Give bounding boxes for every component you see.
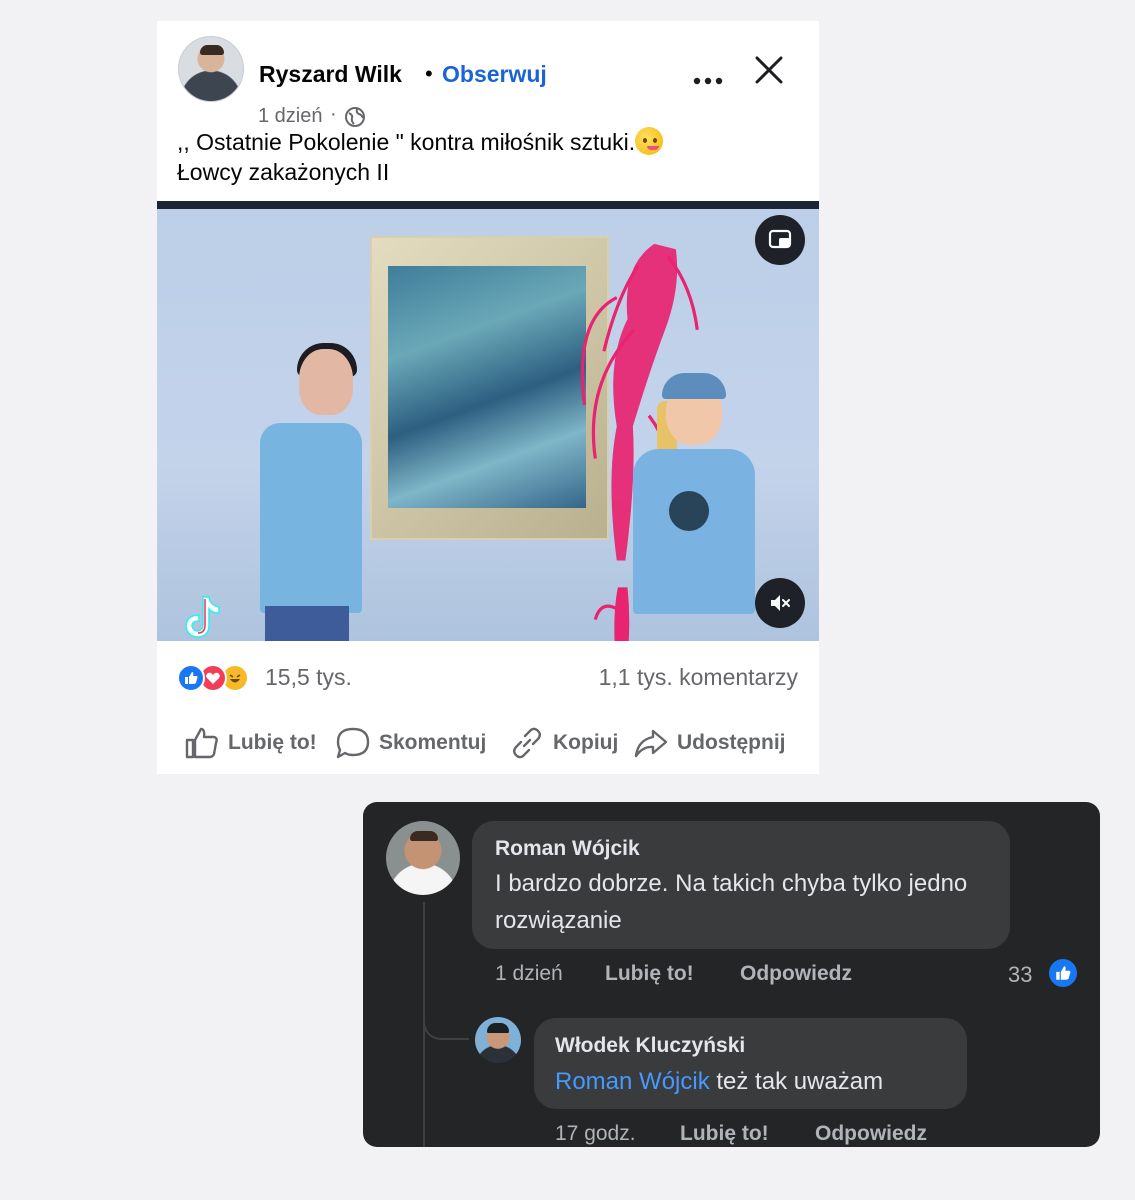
reply-time[interactable]: 17 godz. (555, 1122, 636, 1146)
melting-face-icon (635, 127, 664, 155)
time-separator: · (330, 103, 337, 125)
mute-button[interactable] (755, 578, 805, 628)
post-text-line-1: ,, Ostatnie Pokolenie " kontra miłośnik … (177, 129, 636, 155)
follow-separator: • (425, 61, 433, 86)
like-button-label: Lubię to! (228, 731, 317, 754)
person-left-shirt (260, 423, 362, 613)
comment-button[interactable]: Skomentuj (335, 724, 495, 764)
post-text: ,, Ostatnie Pokolenie " kontra miłośnik … (177, 127, 797, 187)
reply-body: też tak uważam (709, 1068, 884, 1095)
comment-like-badge (1047, 957, 1079, 989)
commenter-avatar[interactable] (386, 821, 460, 895)
copy-link-button[interactable]: Kopiuj (509, 724, 624, 764)
share-button[interactable]: Udostępnij (633, 724, 808, 764)
reaction-count[interactable]: 15,5 tys. (265, 664, 352, 691)
comment-like-count[interactable]: 33 (1008, 962, 1032, 988)
more-icon[interactable] (692, 75, 724, 87)
person-right-shirt (633, 449, 755, 614)
mute-icon (771, 595, 790, 611)
thread-connector (423, 1002, 469, 1040)
author-avatar[interactable] (178, 36, 244, 102)
reply-text: Roman Wójcik też tak uważam (555, 1063, 883, 1100)
comment-reply-button[interactable]: Odpowiedz (740, 962, 852, 986)
post-card: Ryszard Wilk • Obserwuj 1 dzień · ,, Ost… (157, 21, 819, 774)
person-right-headband (662, 373, 726, 399)
pip-button[interactable] (755, 215, 805, 265)
like-button[interactable]: Lubię to! (184, 724, 324, 764)
tiktok-icon (185, 596, 220, 638)
person-left-head (299, 349, 353, 415)
follow-button[interactable]: Obserwuj (442, 61, 547, 88)
comment-bubble: Roman Wójcik I bardzo dobrze. Na takich … (472, 821, 1010, 949)
shirt-logo (669, 491, 709, 531)
share-button-label: Udostępnij (677, 731, 786, 754)
share-icon (634, 729, 668, 758)
reply-like-button[interactable]: Lubię to! (680, 1122, 769, 1146)
comment-like-button[interactable]: Lubię to! (605, 962, 694, 986)
reply-author[interactable]: Włodek Kluczyński (555, 1034, 745, 1058)
reaction-icons[interactable] (177, 662, 277, 694)
reply-mention[interactable]: Roman Wójcik (555, 1068, 710, 1095)
post-time[interactable]: 1 dzień (258, 105, 323, 128)
comments-panel: Roman Wójcik I bardzo dobrze. Na takich … (363, 802, 1100, 1147)
comment-text: I bardzo dobrze. Na takich chyba tylko j… (495, 870, 968, 934)
reply-bubble: Włodek Kluczyński Roman Wójcik też tak u… (534, 1018, 967, 1109)
author-name[interactable]: Ryszard Wilk (259, 61, 402, 88)
person-left-pants (265, 606, 349, 641)
like-icon (185, 727, 218, 759)
comment-count[interactable]: 1,1 tys. komentarzy (599, 664, 798, 691)
comment-icon (336, 727, 370, 759)
post-text-line-2: Łowcy zakażonych II (177, 159, 390, 185)
comment-button-label: Skomentuj (379, 731, 487, 754)
like-badge-icon (1056, 966, 1071, 980)
reply-reply-button[interactable]: Odpowiedz (815, 1122, 927, 1146)
link-icon (513, 727, 541, 759)
close-icon[interactable] (754, 55, 784, 85)
copy-link-label: Kopiuj (553, 731, 619, 754)
comment-author[interactable]: Roman Wójcik (495, 837, 640, 861)
pip-icon (768, 229, 792, 249)
comment-time[interactable]: 1 dzień (495, 962, 563, 986)
reply-avatar[interactable] (475, 1017, 521, 1063)
like-reaction-icon (177, 664, 205, 692)
globe-icon (345, 107, 365, 127)
video-player[interactable] (157, 201, 819, 641)
